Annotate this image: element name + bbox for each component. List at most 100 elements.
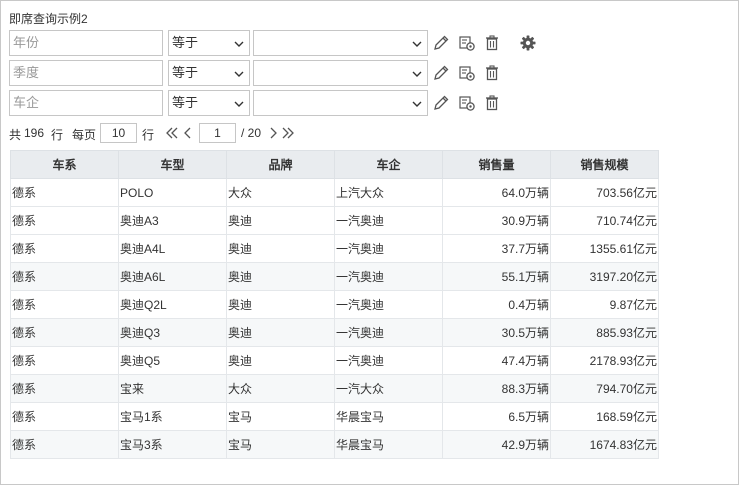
chevron-down-icon	[412, 101, 422, 107]
table-cell: 88.3万辆	[442, 374, 551, 403]
table-cell: 宝马	[226, 402, 335, 431]
table-cell: 德系	[10, 346, 119, 375]
table-cell: 37.7万辆	[442, 234, 551, 263]
filter-row-company: 车企 等于	[9, 90, 509, 116]
pencil-icon[interactable]	[432, 34, 450, 52]
table-cell: 德系	[10, 262, 119, 291]
table-cell: 德系	[10, 430, 119, 459]
table-cell: 奥迪	[226, 262, 335, 291]
table-cell: 奥迪	[226, 234, 335, 263]
total-prefix: 共	[9, 128, 22, 142]
value-select[interactable]	[253, 30, 428, 56]
table-cell: 德系	[10, 318, 119, 347]
gear-icon[interactable]	[519, 34, 537, 52]
current-page-input[interactable]: 1	[199, 123, 236, 143]
filter-row-year: 年份 等于	[9, 30, 549, 56]
table-row: 德系 POLO 大众 上汽大众 64.0万辆 703.56亿元	[10, 178, 659, 207]
table-cell: 9.87亿元	[550, 290, 659, 319]
table-cell: 华晨宝马	[334, 430, 443, 459]
table-cell: 6.5万辆	[442, 402, 551, 431]
column-header[interactable]: 销售量	[442, 150, 551, 179]
table-cell: 上汽大众	[334, 178, 443, 207]
pencil-icon[interactable]	[432, 64, 450, 82]
table-cell: 大众	[226, 178, 335, 207]
column-header[interactable]: 品牌	[226, 150, 335, 179]
trash-icon[interactable]	[483, 64, 501, 82]
table-cell: 德系	[10, 178, 119, 207]
pencil-icon[interactable]	[432, 94, 450, 112]
value-select[interactable]	[253, 90, 428, 116]
table-cell: 德系	[10, 402, 119, 431]
rows-suffix: 行	[142, 128, 155, 142]
table-cell: 64.0万辆	[442, 178, 551, 207]
table-cell: 794.70亿元	[550, 374, 659, 403]
table-row: 德系 宝来 大众 一汽大众 88.3万辆 794.70亿元	[10, 374, 659, 403]
table-cell: 3197.20亿元	[550, 262, 659, 291]
operator-select[interactable]: 等于	[168, 60, 250, 86]
page-title: 即席查询示例2	[9, 12, 88, 26]
table-cell: 2178.93亿元	[550, 346, 659, 375]
chevron-down-icon	[412, 71, 422, 77]
operator-select[interactable]: 等于	[168, 90, 250, 116]
table-cell: 一汽奥迪	[334, 290, 443, 319]
filter-field-input[interactable]: 年份	[9, 30, 163, 56]
last-page-icon[interactable]	[281, 124, 295, 142]
table-cell: 一汽奥迪	[334, 262, 443, 291]
table-cell: 1674.83亿元	[550, 430, 659, 459]
table-cell: 0.4万辆	[442, 290, 551, 319]
table-cell: 一汽奥迪	[334, 318, 443, 347]
chevron-down-icon	[412, 41, 422, 47]
table-cell: 703.56亿元	[550, 178, 659, 207]
table-cell: 30.9万辆	[442, 206, 551, 235]
gear-list-icon[interactable]	[458, 94, 476, 112]
table-row: 德系 奥迪A4L 奥迪 一汽奥迪 37.7万辆 1355.61亿元	[10, 234, 659, 263]
column-header[interactable]: 车型	[118, 150, 227, 179]
table-cell: 30.5万辆	[442, 318, 551, 347]
column-header[interactable]: 车系	[10, 150, 119, 179]
table-cell: 德系	[10, 374, 119, 403]
next-page-icon[interactable]	[266, 124, 280, 142]
table-cell: 885.93亿元	[550, 318, 659, 347]
prev-page-icon[interactable]	[181, 124, 195, 142]
value-select[interactable]	[253, 60, 428, 86]
table-cell: 大众	[226, 374, 335, 403]
filter-field-input[interactable]: 车企	[9, 90, 163, 116]
operator-select[interactable]: 等于	[168, 30, 250, 56]
table-cell: 华晨宝马	[334, 402, 443, 431]
table-cell: 奥迪A4L	[118, 234, 227, 263]
trash-icon[interactable]	[483, 94, 501, 112]
table-cell: 奥迪Q3	[118, 318, 227, 347]
table-cell: 奥迪Q5	[118, 346, 227, 375]
chevron-down-icon	[234, 71, 244, 77]
gear-list-icon[interactable]	[458, 64, 476, 82]
table-cell: 1355.61亿元	[550, 234, 659, 263]
table-row: 德系 奥迪Q5 奥迪 一汽奥迪 47.4万辆 2178.93亿元	[10, 346, 659, 375]
table-row: 德系 宝马1系 宝马 华晨宝马 6.5万辆 168.59亿元	[10, 402, 659, 431]
table-cell: 奥迪A6L	[118, 262, 227, 291]
page-size-input[interactable]: 10	[100, 123, 137, 143]
table-row: 德系 奥迪Q3 奥迪 一汽奥迪 30.5万辆 885.93亿元	[10, 318, 659, 347]
filter-field-input[interactable]: 季度	[9, 60, 163, 86]
column-header[interactable]: 车企	[334, 150, 443, 179]
chevron-down-icon	[234, 41, 244, 47]
table-cell: 奥迪	[226, 318, 335, 347]
column-header[interactable]: 销售规模	[550, 150, 659, 179]
table-cell: 奥迪A3	[118, 206, 227, 235]
trash-icon[interactable]	[483, 34, 501, 52]
chevron-down-icon	[234, 101, 244, 107]
table-cell: 710.74亿元	[550, 206, 659, 235]
table-cell: 168.59亿元	[550, 402, 659, 431]
table-cell: 奥迪	[226, 206, 335, 235]
total-suffix: 行	[51, 128, 64, 142]
table-cell: 一汽奥迪	[334, 234, 443, 263]
table-cell: POLO	[118, 178, 227, 207]
table-cell: 47.4万辆	[442, 346, 551, 375]
first-page-icon[interactable]	[165, 124, 179, 142]
table-header-row: 车系 车型 品牌 车企 销售量 销售规模	[10, 150, 659, 179]
table-cell: 宝马1系	[118, 402, 227, 431]
table-cell: 德系	[10, 290, 119, 319]
table-cell: 德系	[10, 206, 119, 235]
gear-list-icon[interactable]	[458, 34, 476, 52]
operator-value: 等于	[172, 35, 199, 50]
table-cell: 42.9万辆	[442, 430, 551, 459]
